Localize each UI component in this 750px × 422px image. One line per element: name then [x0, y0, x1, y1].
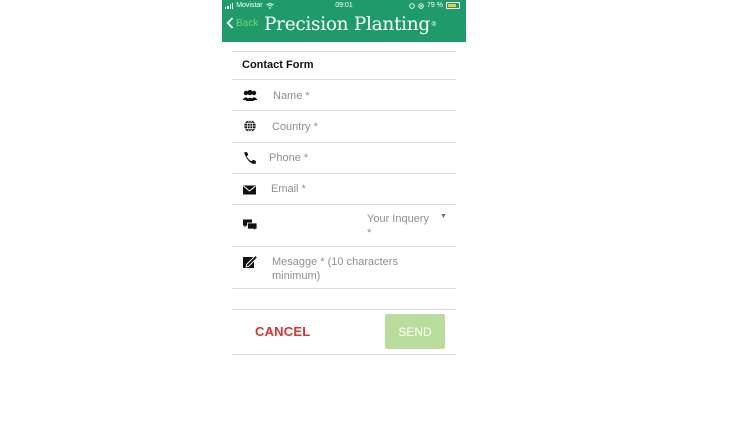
divider [232, 309, 456, 310]
battery-icon [446, 2, 460, 9]
status-right: 79 % [409, 0, 460, 11]
chevron-left-icon [226, 17, 234, 29]
globe-icon [244, 119, 256, 133]
edit-icon [243, 255, 258, 268]
app-header: Back Precision Planting® [222, 11, 466, 42]
back-label: Back [236, 17, 259, 29]
inquiry-placeholder: Your Inquery [367, 213, 429, 225]
country-input[interactable]: Country * [272, 120, 318, 134]
brand-name: Precision Planting [264, 14, 430, 35]
inquiry-required-mark: * [367, 227, 372, 239]
form-title: Contact Form [242, 59, 314, 71]
divider [232, 173, 456, 174]
brand-logo: Precision Planting® [264, 14, 437, 35]
battery-percent: 79 % [427, 2, 443, 9]
divider [232, 79, 456, 80]
email-input[interactable]: Email * [271, 182, 306, 196]
divider [232, 204, 456, 205]
divider [232, 110, 456, 111]
back-button[interactable]: Back [226, 17, 258, 29]
divider [232, 288, 456, 289]
divider [232, 354, 456, 355]
cancel-button[interactable]: CANCEL [255, 324, 310, 339]
phone-input[interactable]: Phone * [269, 151, 308, 165]
registered-mark: ® [430, 21, 437, 28]
rotation-lock-icon [418, 2, 424, 9]
send-button[interactable]: SEND [385, 314, 445, 349]
chat-icon [243, 219, 258, 232]
message-placeholder-line2[interactable]: minimum) [272, 269, 320, 283]
caret-down-icon: ▼ [440, 213, 447, 220]
envelope-icon [243, 185, 256, 195]
people-icon [242, 89, 258, 101]
message-placeholder-line1[interactable]: Mesagge * (10 characters [272, 255, 398, 269]
status-bar: Movistar 09:01 79 % [222, 0, 466, 11]
name-input[interactable]: Name * [273, 89, 310, 103]
divider [232, 246, 456, 247]
divider [232, 142, 456, 143]
divider [232, 51, 456, 52]
alarm-icon [409, 2, 415, 9]
phone-icon [244, 152, 256, 165]
